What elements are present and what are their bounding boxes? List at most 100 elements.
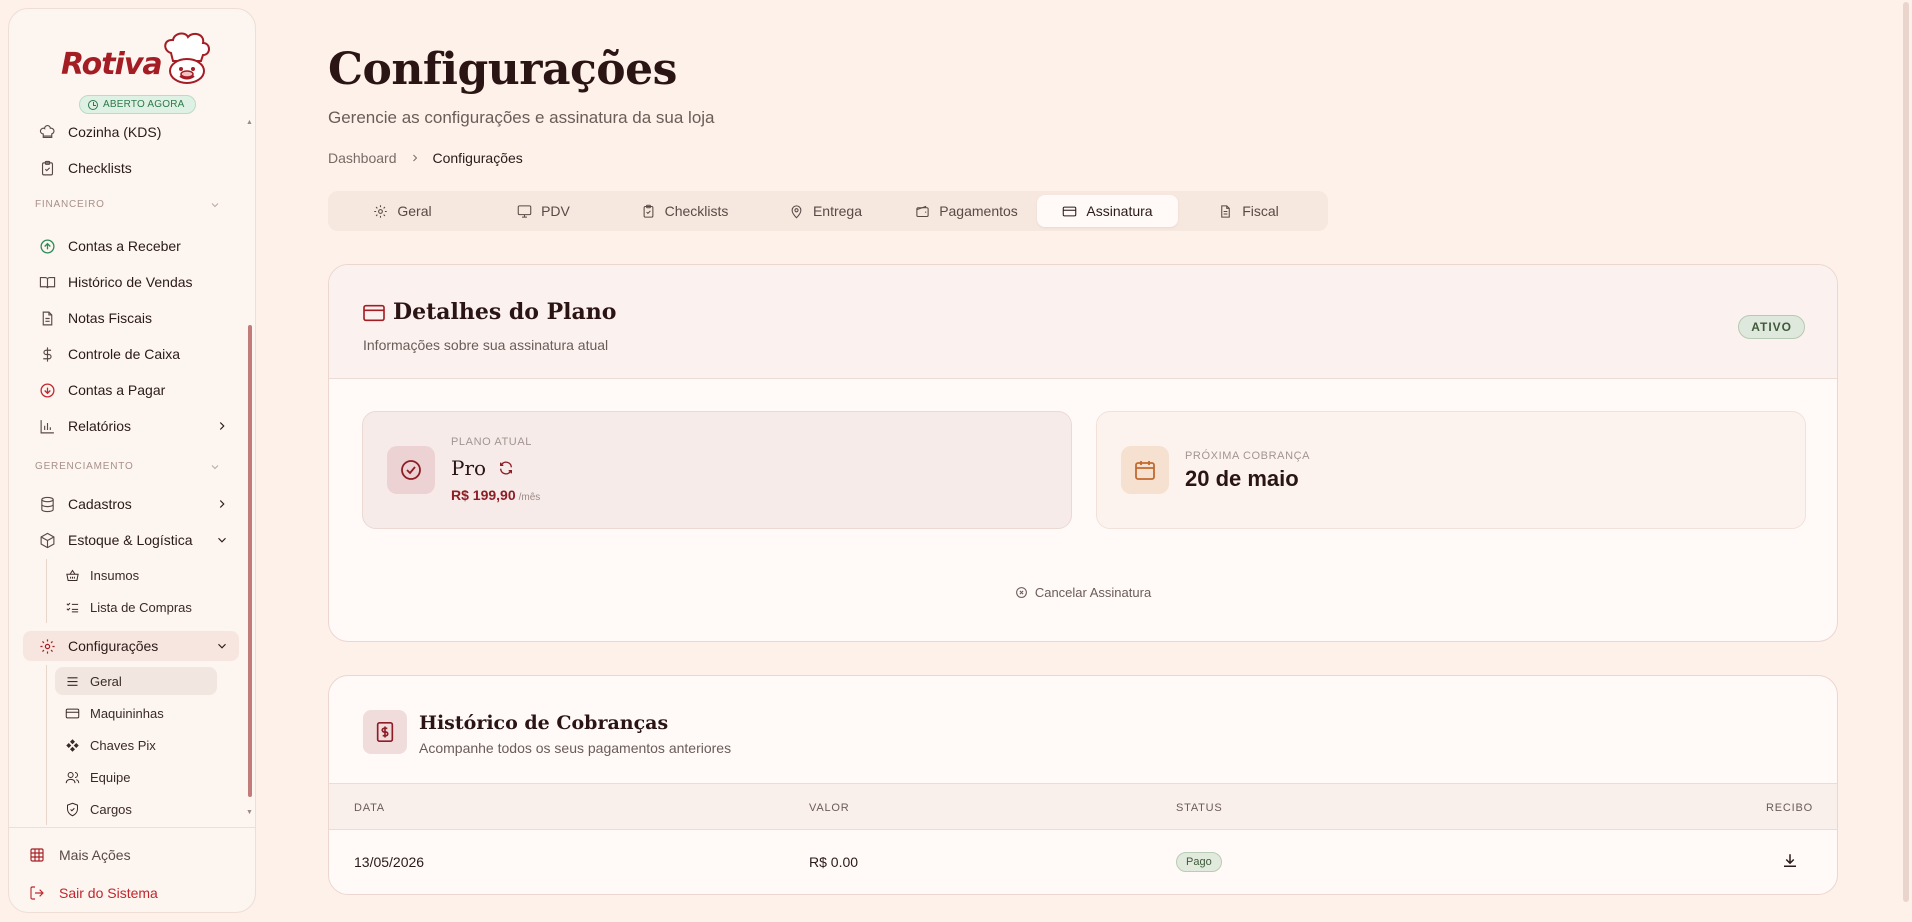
sidebar-subitem-geral[interactable]: Geral — [55, 667, 217, 695]
package-icon — [40, 532, 55, 548]
sidebar: Rotiva ABERTO AGORA ▲ ▼ Cozinha (KDS) Ch… — [8, 8, 256, 913]
logout-button[interactable]: Sair do Sistema — [29, 885, 158, 901]
page-subtitle: Gerencie as configurações e assinatura d… — [328, 108, 715, 127]
gear-icon — [40, 638, 55, 654]
sidebar-subitem-chaves-pix[interactable]: Chaves Pix — [55, 731, 217, 759]
scroll-down-arrow[interactable]: ▼ — [246, 809, 253, 816]
sidebar-item-contas-receber[interactable]: Contas a Receber — [31, 231, 239, 261]
sidebar-subitem-insumos[interactable]: Insumos — [55, 561, 217, 589]
section-label-gerenciamento[interactable]: GERENCIAMENTO — [35, 461, 219, 472]
tab-entrega[interactable]: Entrega — [755, 195, 896, 227]
arrow-down-circle-icon — [40, 382, 55, 398]
row-value: R$ 0.00 — [809, 854, 859, 870]
brand-logo[interactable]: Rotiva ABERTO AGORA — [9, 23, 255, 119]
settings-tabs: Geral PDV Checklists Entrega Pagamentos … — [328, 191, 1328, 231]
chef-mascot-icon — [164, 32, 210, 84]
sidebar-item-cadastros[interactable]: Cadastros — [31, 489, 239, 519]
x-circle-icon — [1015, 587, 1027, 598]
plan-details-card: Detalhes do Plano Informações sobre sua … — [328, 264, 1838, 642]
sidebar-item-controle-caixa[interactable]: Controle de Caixa — [31, 339, 239, 369]
column-header-recibo: RECIBO — [1766, 802, 1813, 814]
status-badge: Pago — [1176, 852, 1222, 872]
chevron-right-icon — [412, 154, 417, 162]
page-title: Configurações — [328, 44, 677, 95]
breadcrumb-link-dashboard[interactable]: Dashboard — [328, 150, 397, 166]
history-title: Histórico de Cobranças — [419, 712, 669, 734]
page-scrollbar-thumb[interactable] — [1903, 2, 1909, 902]
breadcrumb-current: Configurações — [432, 150, 523, 166]
clipboard-check-icon — [643, 204, 653, 218]
sidebar-divider — [9, 827, 255, 828]
pix-icon — [66, 738, 79, 752]
credit-card-icon — [1063, 206, 1077, 216]
section-label-financeiro[interactable]: FINANCEIRO — [35, 199, 219, 210]
column-header-valor: VALOR — [809, 802, 850, 814]
chevron-down-icon — [211, 465, 219, 470]
sidebar-item-kds[interactable]: Cozinha (KDS) — [31, 117, 239, 147]
table-header: DATA VALOR STATUS RECIBO — [329, 783, 1837, 830]
sidebar-item-configuracoes[interactable]: Configurações — [23, 631, 239, 661]
history-description: Acompanhe todos os seus pagamentos anter… — [419, 740, 732, 756]
receipt-icon-box — [363, 710, 407, 754]
next-billing-box: PRÓXIMA COBRANÇA 20 de maio — [1096, 411, 1806, 529]
tab-fiscal[interactable]: Fiscal — [1178, 195, 1319, 227]
current-plan-label: PLANO ATUAL — [451, 436, 532, 448]
users-icon — [65, 771, 80, 783]
plan-card-header: Detalhes do Plano Informações sobre sua … — [329, 265, 1837, 379]
arrow-up-circle-icon — [40, 238, 55, 254]
grid-icon — [30, 848, 44, 862]
database-icon — [41, 496, 54, 512]
file-text-icon — [42, 311, 53, 325]
clipboard-check-icon — [41, 160, 54, 175]
plan-card-title: Detalhes do Plano — [393, 299, 617, 325]
calendar-icon-box — [1121, 446, 1169, 494]
list-checks-icon — [66, 602, 79, 612]
chevron-right-icon — [219, 422, 225, 430]
sidebar-subitem-equipe[interactable]: Equipe — [55, 763, 217, 791]
plan-price: R$ 199,90/mês — [451, 487, 541, 503]
tab-assinatura[interactable]: Assinatura — [1037, 195, 1178, 227]
cancel-subscription-button[interactable]: Cancelar Assinatura — [329, 585, 1837, 600]
table-row: 13/05/2026 R$ 0.00 Pago — [329, 830, 1837, 894]
tab-pdv[interactable]: PDV — [473, 195, 614, 227]
sidebar-subitem-lista-compras[interactable]: Lista de Compras — [55, 593, 217, 621]
chef-hat-icon — [39, 124, 55, 138]
submenu-rail — [46, 559, 47, 623]
next-billing-label: PRÓXIMA COBRANÇA — [1185, 450, 1311, 462]
check-circle-icon — [401, 460, 421, 480]
sidebar-item-checklists[interactable]: Checklists — [31, 153, 239, 183]
bar-chart-icon — [40, 419, 54, 433]
tab-pagamentos[interactable]: Pagamentos — [896, 195, 1037, 227]
scroll-up-arrow[interactable]: ▲ — [246, 119, 253, 126]
refresh-icon[interactable] — [498, 460, 514, 476]
credit-card-icon — [363, 304, 385, 322]
menu-icon — [67, 676, 78, 686]
column-header-status: STATUS — [1176, 802, 1223, 814]
sidebar-item-notas-fiscais[interactable]: Notas Fiscais — [31, 303, 239, 333]
billing-history-card: Histórico de Cobranças Acompanhe todos o… — [328, 675, 1838, 895]
sidebar-item-estoque[interactable]: Estoque & Logística — [31, 525, 239, 555]
more-actions-button[interactable]: Mais Ações — [29, 847, 131, 863]
sidebar-subitem-cargos[interactable]: Cargos — [55, 795, 217, 823]
sidebar-subitem-maquininhas[interactable]: Maquininhas — [55, 699, 217, 727]
credit-card-icon — [65, 708, 80, 718]
sidebar-item-contas-pagar[interactable]: Contas a Pagar — [31, 375, 239, 405]
dollar-sign-icon — [43, 346, 52, 362]
chevron-down-icon — [218, 643, 226, 649]
store-status-badge: ABERTO AGORA — [79, 95, 196, 114]
book-open-icon — [39, 276, 56, 288]
plan-icon-box — [387, 446, 435, 494]
chevron-down-icon — [218, 537, 226, 543]
breadcrumb: Dashboard Configurações — [328, 150, 523, 166]
page-scrollbar[interactable] — [1902, 0, 1910, 922]
basket-icon — [66, 569, 79, 581]
receipt-dollar-icon — [376, 722, 394, 742]
sidebar-scrollbar[interactable] — [248, 325, 252, 797]
clock-icon — [88, 99, 98, 110]
tab-checklists[interactable]: Checklists — [614, 195, 755, 227]
download-icon[interactable] — [1781, 852, 1799, 870]
monitor-icon — [517, 204, 532, 218]
sidebar-item-relatorios[interactable]: Relatórios — [31, 411, 239, 441]
tab-geral[interactable]: Geral — [332, 195, 473, 227]
sidebar-item-historico-vendas[interactable]: Histórico de Vendas — [31, 267, 239, 297]
